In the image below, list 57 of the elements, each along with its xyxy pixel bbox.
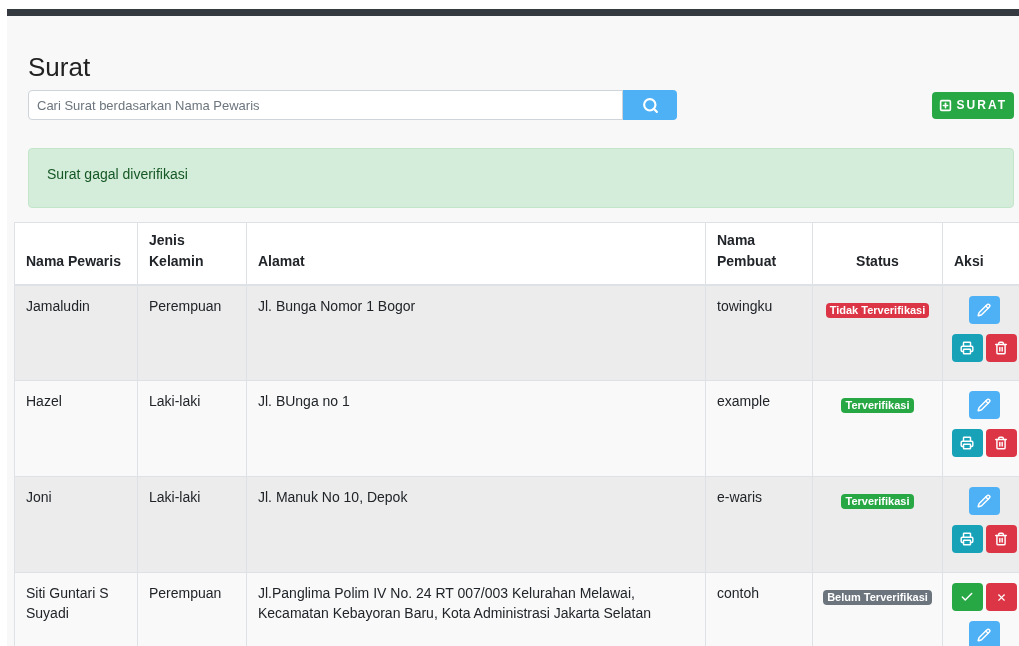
column-header: Jenis Kelamin (137, 222, 247, 285)
column-header: Nama Pewaris (14, 222, 138, 285)
print-button[interactable] (951, 429, 983, 457)
edit-button[interactable] (968, 621, 1000, 646)
printer-icon (960, 436, 974, 450)
table-cell: towingku (717, 297, 773, 314)
trash-icon (994, 532, 1008, 546)
trash-icon (994, 340, 1008, 355)
table-cell: Joni (26, 489, 52, 505)
reject-button[interactable] (985, 583, 1017, 611)
print-button[interactable] (951, 333, 983, 362)
table-cell: example (717, 393, 770, 409)
delete-button[interactable] (985, 333, 1017, 362)
page-title: Surat (28, 52, 92, 82)
search-field[interactable]: Cari Surat berdasarkan Nama Pewaris (28, 90, 623, 120)
print-button[interactable] (951, 525, 983, 553)
pencil-icon (977, 494, 991, 508)
search-icon (641, 96, 659, 114)
trash-icon (994, 436, 1008, 450)
status-badge: Tidak Terverifikasi (825, 302, 930, 318)
table-cell: Jl. Bunga Nomor 1 Bogor (258, 297, 416, 314)
table-cell: Perempuan (149, 585, 222, 601)
column-header: Alamat (246, 222, 706, 285)
status-badge: Terverifikasi (841, 398, 914, 413)
edit-button[interactable] (968, 391, 1000, 419)
table-cell: contoh (717, 585, 760, 601)
pencil-icon (977, 628, 991, 642)
plus-icon (938, 98, 952, 112)
table-cell: Hazel (26, 393, 62, 409)
table-cell: Jl. BUnga no 1 (258, 393, 350, 409)
table-cell: Laki-laki (149, 489, 201, 505)
delete-button[interactable] (985, 525, 1017, 553)
column-header: Status (812, 222, 943, 285)
printer-icon (960, 532, 974, 546)
alert-text: Surat gagal diverifikasi (47, 166, 188, 182)
edit-button[interactable] (968, 295, 1000, 324)
delete-button[interactable] (985, 429, 1017, 457)
approve-button[interactable] (951, 583, 983, 611)
table-cell: Jl. Manuk No 10, Depok (258, 489, 408, 505)
table-cell: Perempuan (149, 297, 222, 314)
edit-button[interactable] (968, 487, 1000, 515)
column-header: Nama Pembuat (705, 222, 813, 285)
status-badge: Belum Terverifikasi (823, 590, 932, 605)
check-icon (960, 590, 974, 604)
close-icon (995, 591, 1007, 603)
search-button[interactable] (623, 90, 677, 120)
add-surat-button[interactable]: SURAT (931, 91, 1014, 119)
table-cell: Laki-laki (149, 393, 201, 409)
printer-icon (960, 340, 974, 355)
column-header: Aksi (942, 222, 1019, 285)
status-badge: Terverifikasi (841, 494, 914, 509)
pencil-icon (977, 398, 991, 412)
table-cell: e-waris (717, 489, 763, 505)
table-cell: Jamaludin (26, 297, 90, 314)
table-cell: Jl.Panglima Polim IV No. 24 RT 007/003 Kelurahan Melawai, Kecamatan Kebayoran Baru, Kota Administrasi Jakarta Selatan (258, 585, 651, 621)
pencil-icon (977, 302, 991, 317)
table-cell: Siti Guntari S Suyadi (26, 585, 109, 621)
